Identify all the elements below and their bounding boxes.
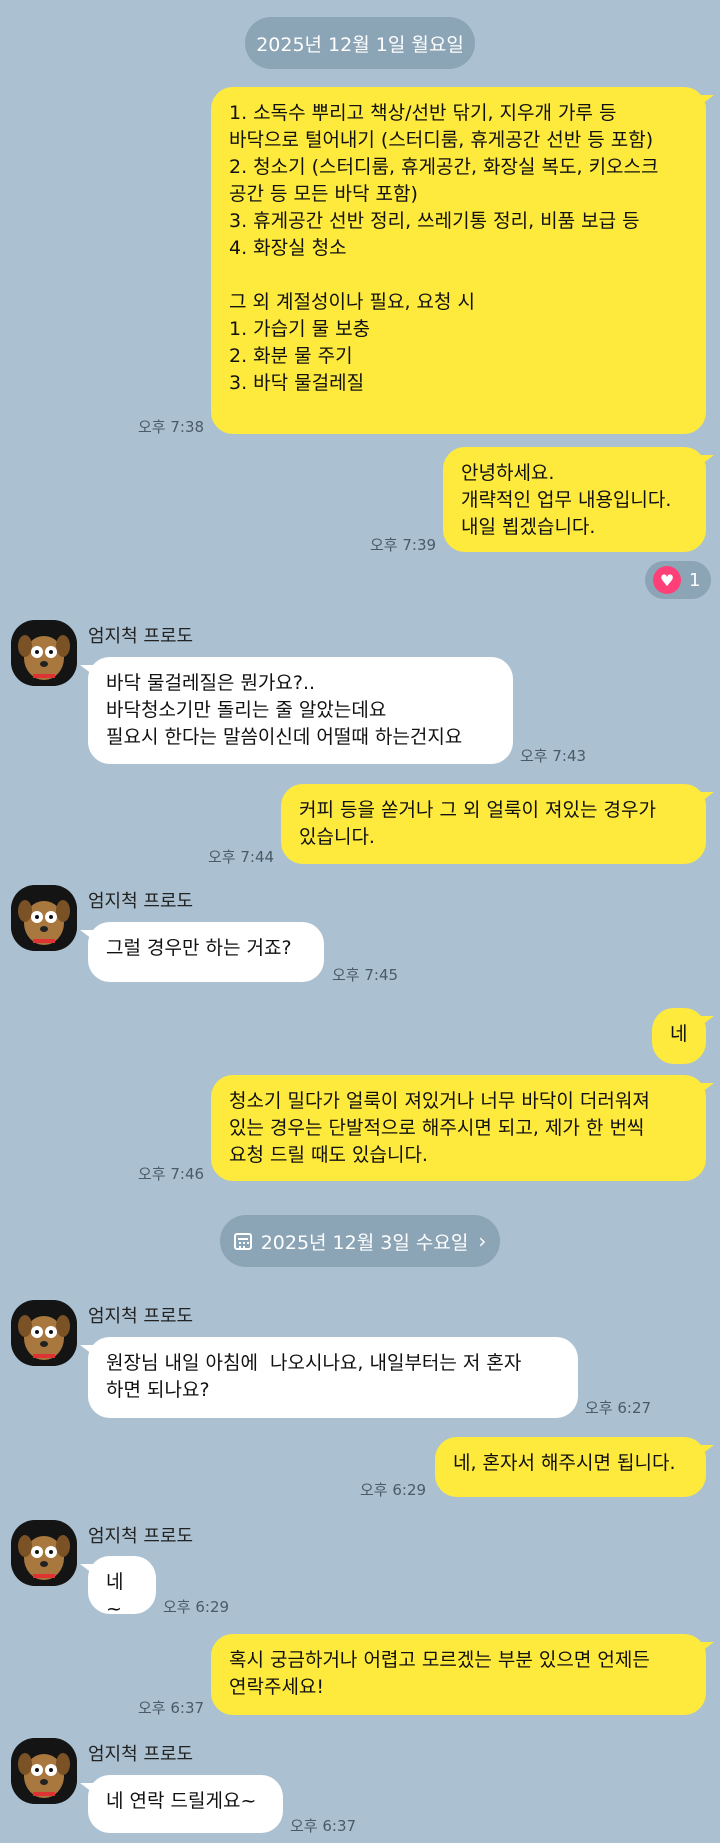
my-message-bubble[interactable]: 안녕하세요. 개략적인 업무 내용입니다. 내일 뵙겠습니다. [443, 447, 714, 552]
other-message-bubble[interactable]: 네~ [80, 1556, 156, 1620]
dog-character-avatar[interactable] [11, 885, 77, 951]
message-time: 오후 7:44 [208, 848, 275, 866]
contact-name: 엄지척 프로도 [88, 1744, 194, 1765]
my-message-bubble[interactable]: 혹시 궁금하거나 어렵고 모르겠는 부분 있으면 언제든 연락주세요! [211, 1634, 714, 1715]
contact-name: 엄지척 프로도 [88, 1526, 194, 1547]
message-time: 오후 7:45 [332, 966, 399, 984]
dog-character-avatar[interactable] [11, 620, 77, 686]
date-label: 2025년 12월 1일 월요일 [256, 33, 464, 56]
dog-character-avatar[interactable] [11, 1520, 77, 1586]
calendar-icon [233, 1232, 252, 1250]
reaction-badge[interactable]: ♥ 1 [645, 561, 711, 599]
reaction-count: 1 [689, 569, 701, 591]
message-time: 오후 6:27 [585, 1399, 652, 1417]
message-time: 오후 6:29 [360, 1481, 427, 1499]
other-message-bubble[interactable]: 원장님 내일 아침에 나오시나요, 내일부터는 저 혼자 하면 되나요? [80, 1337, 578, 1418]
my-message-bubble[interactable]: 네 [652, 1008, 714, 1064]
message-time: 오후 6:37 [138, 1699, 205, 1717]
date-separator-link[interactable]: 2025년 12월 3일 수요일 › [220, 1215, 500, 1267]
message-time: 오후 7:43 [520, 747, 587, 765]
my-message-bubble[interactable]: 청소기 밀다가 얼룩이 져있거나 너무 바닥이 더러워져 있는 경우는 단발적으… [211, 1075, 714, 1181]
contact-name: 엄지척 프로도 [88, 1306, 194, 1327]
other-message-bubble[interactable]: 바닥 물걸레질은 뭔가요?.. 바닥청소기만 돌리는 줄 알았는데요 필요시 한… [80, 657, 513, 764]
message-time: 오후 7:39 [370, 536, 437, 554]
message-time: 오후 6:29 [163, 1598, 230, 1616]
other-message-bubble[interactable]: 그럴 경우만 하는 거죠? [80, 922, 324, 982]
date-label: 2025년 12월 3일 수요일 [260, 1231, 469, 1254]
other-message-bubble[interactable]: 네 연락 드릴게요~ [80, 1775, 283, 1833]
my-message-bubble[interactable]: 네, 혼자서 해주시면 됩니다. [435, 1437, 714, 1497]
contact-name: 엄지척 프로도 [88, 626, 194, 647]
message-time: 오후 6:37 [290, 1817, 357, 1835]
chevron-right-icon: › [478, 1229, 487, 1253]
message-time: 오후 7:46 [138, 1165, 205, 1183]
heart-icon: ♥ [653, 566, 681, 594]
my-message-bubble[interactable]: 커피 등을 쏟거나 그 외 얼룩이 져있는 경우가 있습니다. [281, 784, 714, 864]
contact-name: 엄지척 프로도 [88, 891, 194, 912]
my-message-bubble[interactable]: 1. 소독수 뿌리고 책상/선반 닦기, 지우개 가루 등 바닥으로 털어내기 … [211, 87, 714, 434]
dog-character-avatar[interactable] [11, 1300, 77, 1366]
date-separator: 2025년 12월 1일 월요일 [245, 17, 475, 69]
dog-character-avatar[interactable] [11, 1738, 77, 1804]
message-time: 오후 7:38 [138, 418, 205, 436]
